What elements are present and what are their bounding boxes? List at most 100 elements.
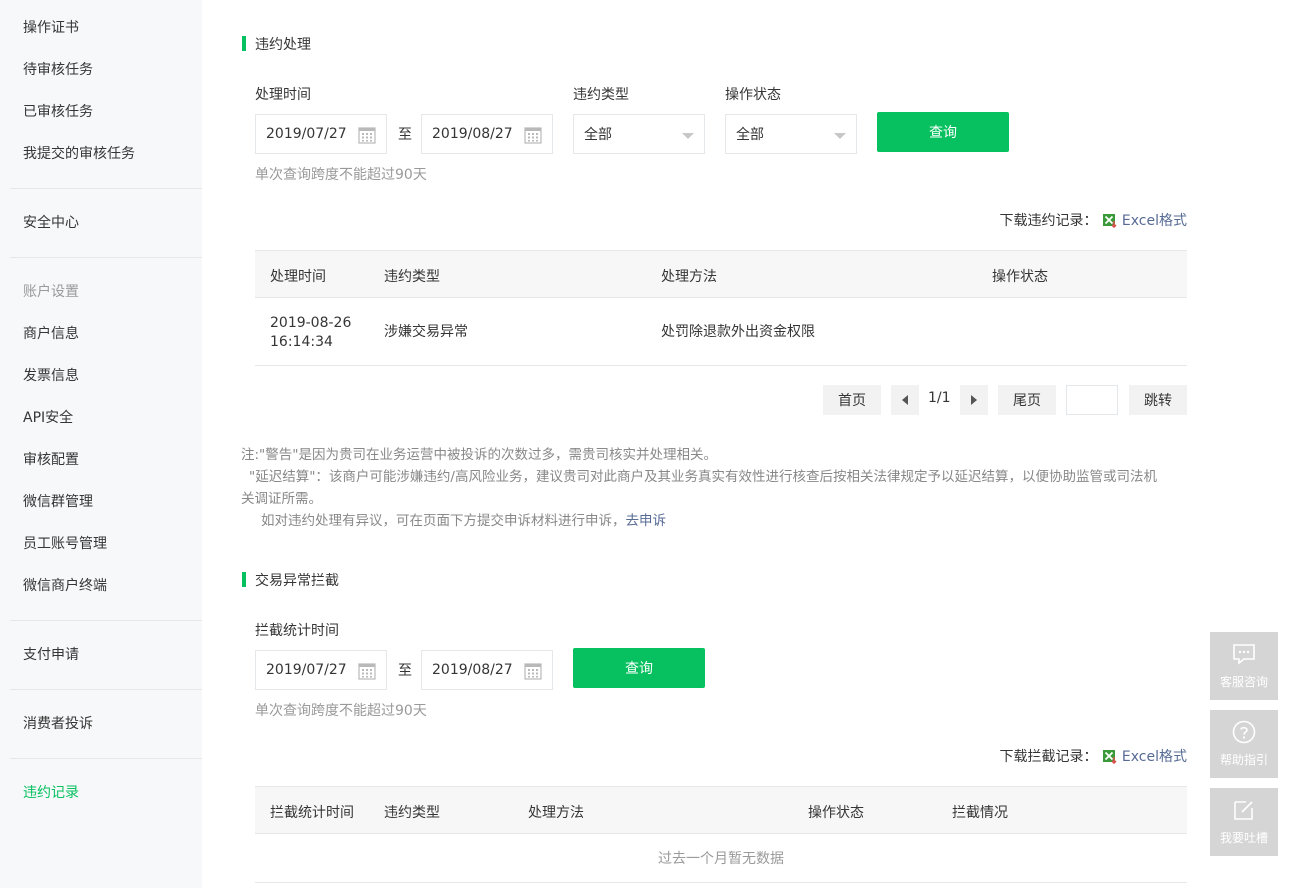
intercept-time-label: 拦截统计时间 [255, 623, 339, 639]
row-time-clock: 16:14:34 [270, 334, 333, 350]
start-date-value: 2019/07/27 [266, 662, 347, 678]
intercept-query-hint: 单次查询跨度不能超过90天 [255, 703, 427, 719]
download-label: 下载拦截记录： [999, 749, 1098, 765]
column-header: 操作状态 [992, 269, 1048, 285]
intercept-table-header: 拦截统计时间 违约类型 处理方法 操作状态 拦截情况 [255, 786, 1187, 834]
sidebar-item-payment-application[interactable]: 支付申请 [23, 645, 79, 665]
row-time-date: 2019-08-26 [270, 315, 352, 331]
sidebar-item-merchant-terminal[interactable]: 微信商户终端 [23, 576, 107, 596]
last-page-button[interactable]: 尾页 [998, 385, 1056, 415]
excel-download-link[interactable]: Excel格式 [1102, 213, 1187, 229]
violation-type-value: 全部 [584, 127, 612, 143]
date-range-separator: 至 [398, 127, 412, 143]
column-header: 处理方法 [661, 269, 717, 285]
sidebar-item-my-submitted-review[interactable]: 我提交的审核任务 [23, 144, 135, 164]
note-appeal: 如对违约处理有异议，可在页面下方提交申诉材料进行申诉，去申诉 [261, 510, 666, 532]
jump-button[interactable]: 跳转 [1129, 385, 1187, 415]
excel-icon [1102, 748, 1118, 765]
sidebar-item-violation-records[interactable]: 违约记录 [23, 783, 79, 803]
calendar-icon [358, 662, 376, 680]
appeal-link[interactable]: 去申诉 [626, 513, 667, 529]
sidebar-item-merchant-info[interactable]: 商户信息 [23, 324, 79, 344]
excel-link-text: Excel格式 [1121, 213, 1187, 229]
start-date-input[interactable]: 2019/07/27 [255, 114, 387, 154]
sidebar-item-pending-review[interactable]: 待审核任务 [23, 60, 93, 80]
sidebar-item-review-config[interactable]: 审核配置 [23, 450, 79, 470]
intercept-start-date-input[interactable]: 2019/07/27 [255, 650, 387, 690]
sidebar-item-wechat-group[interactable]: 微信群管理 [23, 492, 93, 512]
section-title-violation: 违约处理 [255, 37, 311, 53]
sidebar: 操作证书 待审核任务 已审核任务 我提交的审核任务 安全中心 账户设置 商户信息… [0, 0, 202, 888]
violation-type-select[interactable]: 全部 [573, 114, 705, 154]
time-label: 处理时间 [255, 87, 311, 103]
main-content: 违约处理 处理时间 2019/07/27 至 2019/08/27 违约类型 全… [202, 0, 1301, 888]
sidebar-item-invoice-info[interactable]: 发票信息 [23, 366, 79, 386]
calendar-icon [524, 126, 542, 144]
sidebar-divider [10, 689, 202, 690]
sidebar-divider [10, 758, 202, 759]
excel-download-link[interactable]: Excel格式 [1102, 749, 1187, 765]
sidebar-item-staff-accounts[interactable]: 员工账号管理 [23, 534, 107, 554]
excel-icon [1102, 212, 1118, 229]
section-title-intercept: 交易异常拦截 [255, 573, 339, 589]
query-hint: 单次查询跨度不能超过90天 [255, 167, 427, 183]
column-header: 违约类型 [384, 269, 440, 285]
first-page-button[interactable]: 首页 [823, 385, 881, 415]
page-jump-input[interactable] [1066, 385, 1118, 415]
violation-type-label: 违约类型 [573, 87, 629, 103]
status-select[interactable]: 全部 [725, 114, 857, 154]
chevron-down-icon [834, 133, 846, 139]
date-range-separator: 至 [398, 663, 412, 679]
query-button[interactable]: 查询 [877, 112, 1009, 152]
sidebar-divider [10, 257, 202, 258]
sidebar-item-api-security[interactable]: API安全 [23, 408, 73, 428]
sidebar-group-account-settings: 账户设置 [23, 284, 79, 300]
status-value: 全部 [736, 127, 764, 143]
start-date-value: 2019/07/27 [266, 126, 347, 142]
section-marker [242, 36, 246, 51]
sidebar-divider [10, 620, 202, 621]
intercept-end-date-input[interactable]: 2019/08/27 [421, 650, 553, 690]
feedback-label: 我要吐槽 [1219, 831, 1268, 845]
feedback-button[interactable]: 我要吐槽 [1210, 788, 1278, 856]
download-violation: 下载违约记录： Excel格式 [999, 210, 1187, 230]
column-header: 操作状态 [808, 805, 864, 821]
download-intercept: 下载拦截记录： Excel格式 [999, 746, 1187, 766]
calendar-icon [358, 126, 376, 144]
prev-page-button[interactable] [891, 385, 919, 415]
download-label: 下载违约记录： [999, 213, 1098, 229]
column-header: 拦截统计时间 [270, 805, 354, 821]
next-page-button[interactable] [960, 385, 988, 415]
note-appeal-text: 如对违约处理有异议，可在页面下方提交申诉材料进行申诉， [261, 513, 626, 529]
sidebar-item-consumer-complaints[interactable]: 消费者投诉 [23, 714, 93, 734]
end-date-value: 2019/08/27 [432, 126, 513, 142]
violation-table-header: 处理时间 违约类型 处理方法 操作状态 [255, 250, 1187, 298]
sidebar-divider [10, 188, 202, 189]
help-guide-button[interactable]: 帮助指引 [1210, 710, 1278, 778]
column-header: 拦截情况 [952, 805, 1008, 821]
status-label: 操作状态 [725, 87, 781, 103]
sidebar-item-reviewed[interactable]: 已审核任务 [23, 102, 93, 122]
sidebar-item-security-center[interactable]: 安全中心 [23, 213, 79, 233]
edit-icon [1232, 798, 1256, 822]
note-delayed-settlement: "延迟结算"：该商户可能涉嫌违约/高风险业务，建议贵司对此商户及其业务真实有效性… [249, 469, 1157, 485]
help-guide-label: 帮助指引 [1219, 753, 1268, 767]
customer-service-button[interactable]: 客服咨询 [1210, 632, 1278, 700]
section-marker [242, 572, 246, 587]
chevron-left-icon [902, 395, 908, 405]
column-header: 处理时间 [270, 269, 326, 285]
note-warning: 注:"警告"是因为贵司在业务运营中被投诉的次数过多，需贵司核实并处理相关。 [241, 447, 717, 463]
empty-state-text: 过去一个月暂无数据 [658, 851, 784, 867]
column-header: 处理方法 [528, 805, 584, 821]
customer-service-label: 客服咨询 [1219, 675, 1268, 689]
row-violation-type: 涉嫌交易异常 [384, 324, 468, 340]
chevron-right-icon [971, 395, 977, 405]
sidebar-item-operation-certificate[interactable]: 操作证书 [23, 18, 79, 38]
note-delayed-settlement-cont: 关调证所需。 [241, 491, 322, 507]
end-date-input[interactable]: 2019/08/27 [421, 114, 553, 154]
row-method: 处罚除退款外出资金权限 [661, 324, 815, 340]
chat-icon [1232, 642, 1256, 666]
column-header: 违约类型 [384, 805, 440, 821]
intercept-query-button[interactable]: 查询 [573, 648, 705, 688]
chevron-down-icon [682, 133, 694, 139]
